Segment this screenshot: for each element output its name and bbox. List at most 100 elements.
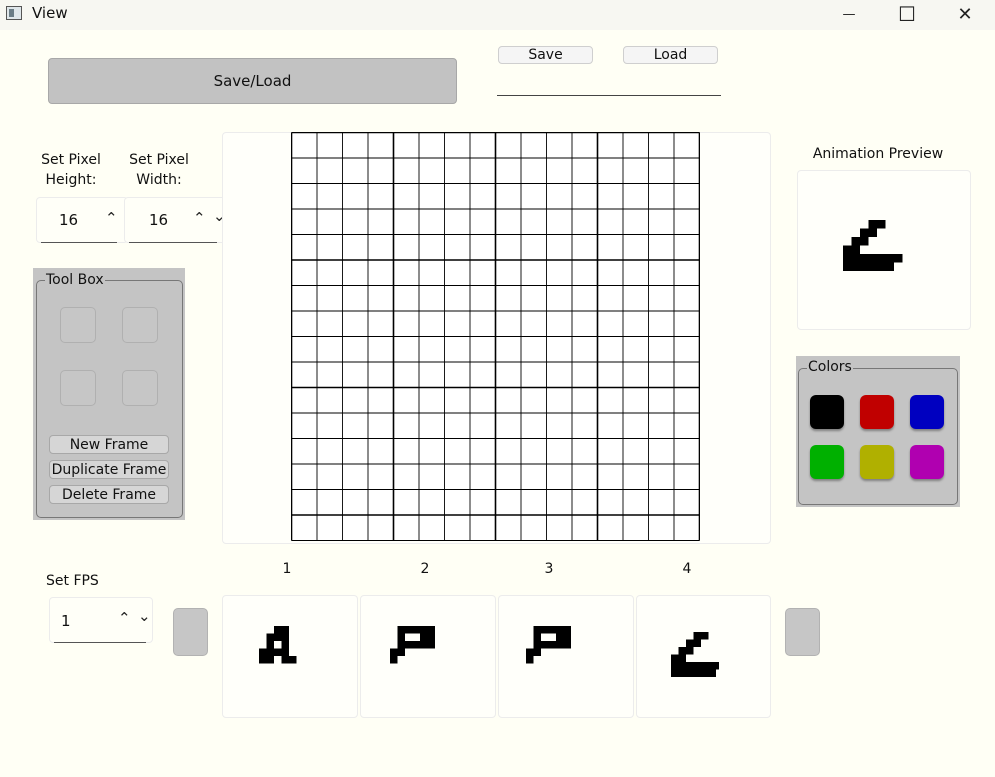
preview-pixel: [860, 228, 869, 237]
frame-pixel: [274, 626, 282, 634]
frame-pixel: [548, 626, 556, 634]
frame-pixel: [678, 654, 686, 662]
frame-number-4: 4: [682, 561, 692, 577]
frame-pixel: [281, 641, 289, 649]
frame-pixel: [671, 654, 679, 662]
chevron-down-icon[interactable]: ⌄: [138, 607, 151, 625]
preview-pixel: [851, 237, 860, 246]
fps-spinbox[interactable]: 1 ⌃ ⌄: [49, 597, 153, 643]
spinbox-underline: [54, 642, 146, 643]
frame-image-2: [390, 626, 435, 664]
frame-pixel: [420, 626, 428, 634]
new-frame-button[interactable]: New Frame: [49, 435, 169, 454]
frame-pixel: [289, 656, 297, 664]
frame-image-1: [259, 626, 297, 664]
pixel-width-value: 16: [149, 211, 169, 229]
minimize-button[interactable]: —: [820, 0, 878, 28]
frame-pixel: [274, 633, 282, 641]
frame-pixel: [686, 647, 694, 655]
frame-pixel: [541, 641, 549, 649]
tool-button-2[interactable]: [122, 307, 158, 343]
frame-pixel: [427, 641, 435, 649]
chevron-up-icon[interactable]: ⌃: [118, 609, 131, 627]
pixel-width-spinbox[interactable]: 16 ⌃ ⌄: [124, 197, 228, 243]
chevron-up-icon[interactable]: ⌃: [105, 209, 118, 227]
preview-pixel: [868, 228, 877, 237]
frame-pixel: [266, 633, 274, 641]
pixel-height-spinbox[interactable]: 16 ⌃: [36, 197, 128, 243]
frame-pixel: [533, 648, 541, 656]
preview-pixel: [851, 262, 860, 271]
frame-pixel: [686, 669, 694, 677]
frame-pixel: [266, 648, 274, 656]
frames-scroll-left-button[interactable]: [173, 608, 208, 656]
preview-pixel: [843, 245, 852, 254]
chevron-up-icon[interactable]: ⌃: [193, 209, 206, 227]
frame-pixel: [693, 662, 701, 670]
frame-pixel: [708, 669, 716, 677]
spinbox-underline: [129, 242, 217, 243]
preview-pixel: [851, 254, 860, 263]
preview-pixel: [851, 245, 860, 254]
frame-pixel: [405, 626, 413, 634]
frame-pixel: [390, 648, 398, 656]
preview-pixel: [860, 237, 869, 246]
frame-pixel: [533, 641, 541, 649]
frame-number-2: 2: [420, 561, 430, 577]
preview-pixel: [868, 220, 877, 229]
frame-pixel: [686, 639, 694, 647]
frame-pixel: [563, 633, 571, 641]
color-swatch-purple[interactable]: [910, 445, 944, 479]
fps-label: Set FPS: [46, 573, 99, 589]
pixel-canvas[interactable]: [291, 132, 700, 541]
frame-pixel: [533, 633, 541, 641]
frame-pixel: [281, 648, 289, 656]
frame-pixel: [708, 662, 716, 670]
tool-button-3[interactable]: [60, 370, 96, 406]
frame-pixel: [693, 669, 701, 677]
load-button[interactable]: Load: [623, 46, 718, 64]
frames-scroll-right-button[interactable]: [785, 608, 820, 656]
filename-input[interactable]: [497, 68, 721, 96]
toolbox-group: [36, 280, 183, 518]
tool-button-4[interactable]: [122, 370, 158, 406]
frame-pixel: [701, 669, 709, 677]
frame-pixel: [427, 626, 435, 634]
animation-preview-image: [843, 220, 903, 271]
window-title: View: [32, 4, 68, 22]
save-load-button[interactable]: Save/Load: [48, 58, 457, 104]
preview-pixel: [843, 262, 852, 271]
color-swatch-olive[interactable]: [860, 445, 894, 479]
frame-pixel: [412, 641, 420, 649]
toolbox-title: Tool Box: [45, 272, 105, 288]
duplicate-frame-button[interactable]: Duplicate Frame: [49, 460, 169, 479]
maximize-icon: ☐: [898, 2, 916, 26]
maximize-button[interactable]: ☐: [878, 0, 936, 28]
save-button[interactable]: Save: [498, 46, 593, 64]
color-swatch-black[interactable]: [810, 395, 844, 429]
frame-pixel: [548, 641, 556, 649]
frame-pixel: [405, 641, 413, 649]
color-swatch-red[interactable]: [860, 395, 894, 429]
delete-frame-button[interactable]: Delete Frame: [49, 485, 169, 504]
frame-pixel: [716, 662, 719, 670]
close-button[interactable]: ✕: [936, 0, 994, 28]
color-swatch-blue[interactable]: [910, 395, 944, 429]
frame-pixel: [259, 648, 267, 656]
frame-pixel: [266, 641, 274, 649]
pixel-height-value: 16: [59, 211, 79, 229]
frame-pixel: [397, 626, 405, 634]
frame-pixel: [266, 656, 274, 664]
frame-pixel: [678, 662, 686, 670]
preview-pixel: [868, 262, 877, 271]
frame-pixel: [281, 656, 289, 664]
color-swatch-green[interactable]: [810, 445, 844, 479]
frame-number-1: 1: [282, 561, 292, 577]
frame-pixel: [678, 669, 686, 677]
preview-pixel: [877, 262, 886, 271]
frame-pixel: [556, 633, 564, 641]
preview-pixel: [860, 254, 869, 263]
tool-button-1[interactable]: [60, 307, 96, 343]
frame-pixel: [678, 647, 686, 655]
preview-pixel: [868, 254, 877, 263]
